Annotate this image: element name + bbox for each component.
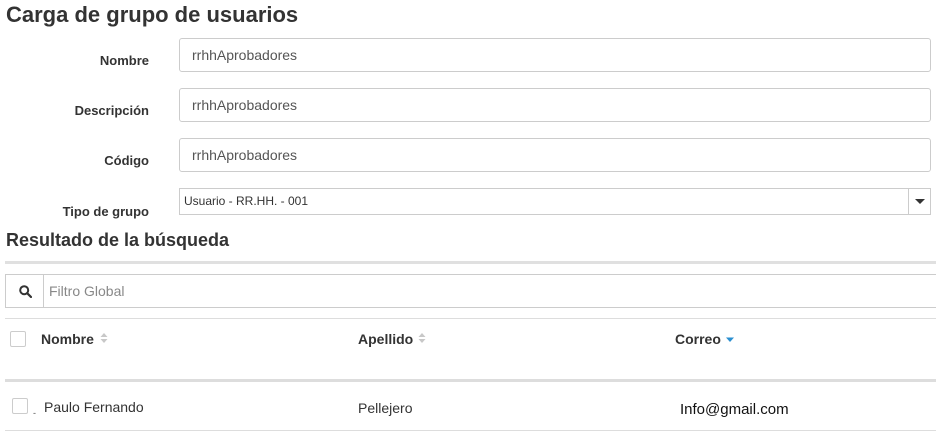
sort-both-icon[interactable] — [418, 331, 426, 345]
tipo-grupo-label: Tipo de grupo — [62, 204, 149, 219]
table-top-border — [5, 318, 936, 319]
row-expander-icon[interactable]: - — [33, 408, 36, 418]
table-header-border — [5, 379, 936, 382]
tipo-grupo-selected-value: Usuario - RR.HH. - 001 — [184, 194, 309, 208]
row-divider — [5, 430, 936, 431]
page-title: Carga de grupo de usuarios — [6, 2, 299, 27]
descripcion-label: Descripción — [74, 103, 149, 118]
form-row-codigo: Código — [0, 138, 936, 172]
nombre-input[interactable] — [179, 38, 931, 72]
form-row-nombre: Nombre — [0, 38, 936, 72]
descripcion-input[interactable] — [179, 88, 931, 122]
form-row-descripcion: Descripción — [0, 88, 936, 122]
sort-both-icon[interactable] — [100, 331, 108, 345]
cell-apellido: Pellejero — [358, 400, 413, 416]
nombre-label: Nombre — [99, 53, 149, 68]
chevron-down-icon[interactable] — [908, 189, 930, 214]
column-header-correo[interactable]: Correo — [675, 331, 721, 347]
global-filter — [5, 274, 936, 308]
cell-correo: Info@gmail.com — [680, 401, 789, 418]
select-all-checkbox[interactable] — [10, 331, 26, 347]
section-divider — [5, 261, 936, 264]
form-row-tipo-grupo: Tipo de grupo Usuario - RR.HH. - 001 — [0, 188, 936, 222]
codigo-input[interactable] — [179, 138, 931, 172]
column-header-nombre[interactable]: Nombre — [41, 331, 94, 347]
codigo-label: Código — [104, 153, 149, 168]
tipo-grupo-select[interactable]: Usuario - RR.HH. - 001 — [179, 188, 931, 215]
results-section-title: Resultado de la búsqueda — [6, 230, 230, 250]
row-checkbox[interactable] — [12, 398, 28, 414]
cell-nombre: Paulo Fernando — [44, 399, 144, 415]
search-icon[interactable] — [6, 275, 44, 307]
sort-descending-icon[interactable] — [726, 331, 734, 345]
global-filter-input[interactable] — [44, 275, 934, 307]
column-header-apellido[interactable]: Apellido — [358, 331, 413, 347]
